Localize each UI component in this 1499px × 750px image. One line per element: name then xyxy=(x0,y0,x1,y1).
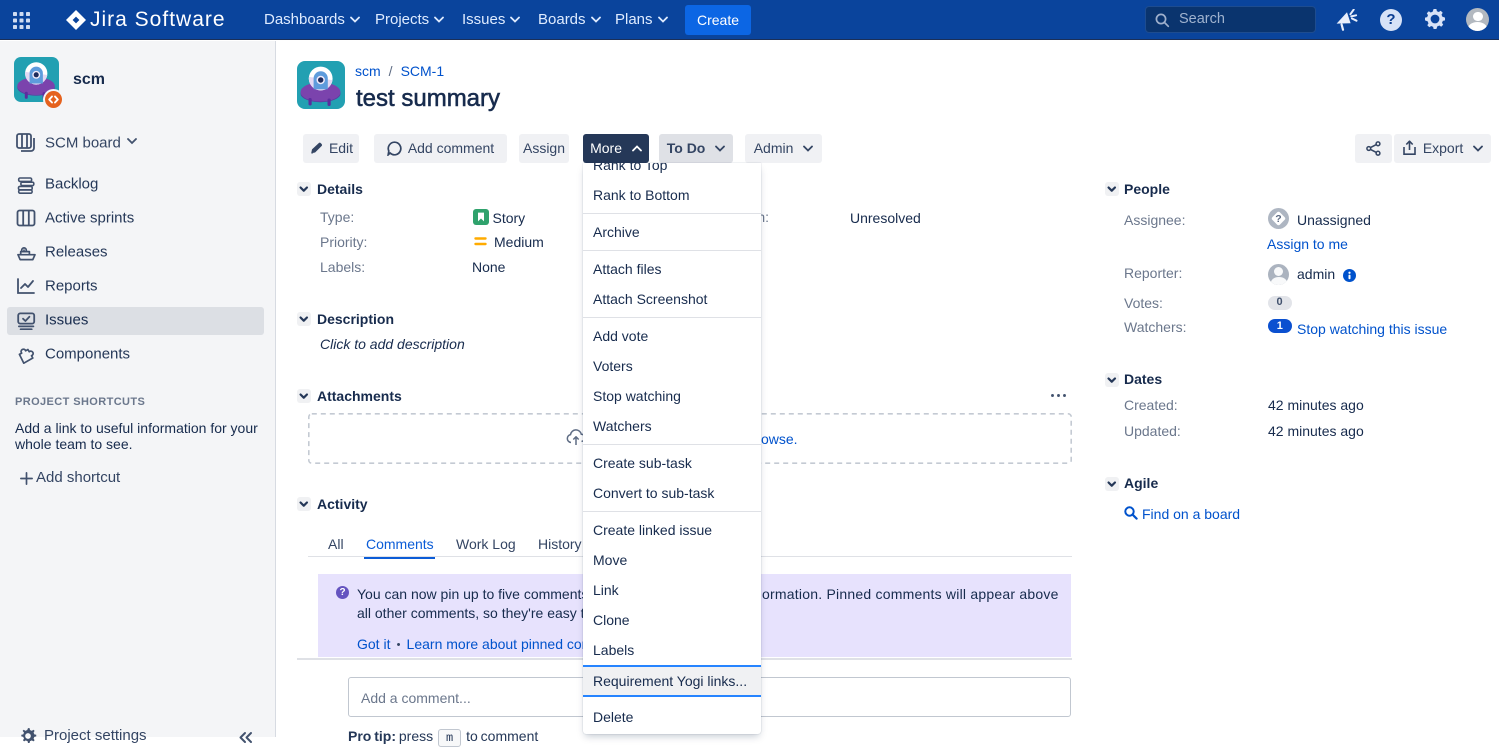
svg-text:?: ? xyxy=(1275,213,1281,225)
